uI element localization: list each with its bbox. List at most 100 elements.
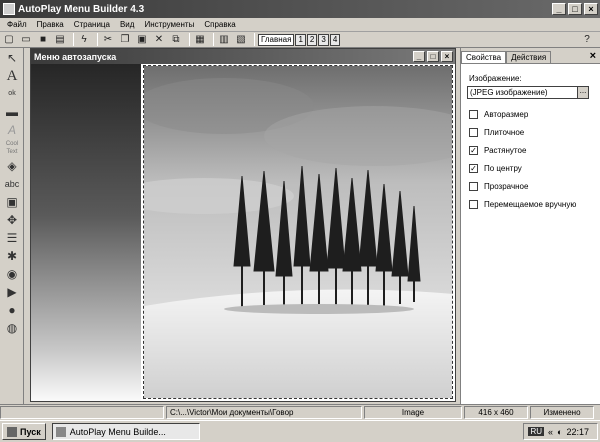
- page-list-icon[interactable]: ▧: [234, 33, 248, 46]
- minimize-button[interactable]: _: [552, 3, 566, 15]
- menu-file[interactable]: Файл: [2, 20, 32, 29]
- transparent-checkbox[interactable]: [469, 182, 478, 191]
- option-stretched[interactable]: ✓ Растянутое: [469, 146, 526, 155]
- duplicate-icon[interactable]: ⧉: [169, 33, 183, 46]
- object-palette: ↖ A ok ▬ A Cool Text ◈ abc ▣ ✥ ☰ ✱ ◉ ▶ ● …: [0, 48, 24, 404]
- page-tab-main[interactable]: Главная: [258, 33, 295, 46]
- maximize-button[interactable]: □: [568, 3, 582, 15]
- option-centered[interactable]: ✓ По центру: [469, 164, 522, 173]
- menu-tools[interactable]: Инструменты: [139, 20, 199, 29]
- browse-image-button[interactable]: ...: [577, 87, 588, 98]
- language-indicator[interactable]: RU: [528, 427, 545, 436]
- paste-icon[interactable]: ▣: [135, 33, 149, 46]
- option-label: Перемещаемое вручную: [484, 200, 577, 209]
- paragraph-tool-icon[interactable]: ok: [2, 86, 22, 102]
- video-tool-icon[interactable]: ▶: [2, 284, 22, 300]
- toolbar: ▢ ▭ ■ ▤ ϟ ✂ ❐ ▣ ✕ ⧉ ▦ ▥ ▧ Главная 1 2 3 …: [0, 32, 600, 48]
- image-field-value: (JPEG изображение): [470, 88, 548, 97]
- speaker-icon[interactable]: ◐: [557, 427, 562, 437]
- document-title: Меню автозапуска: [34, 51, 117, 62]
- tray-expand-icon[interactable]: «: [548, 427, 553, 437]
- comment-tool-icon[interactable]: ●: [2, 302, 22, 318]
- centered-checkbox[interactable]: ✓: [469, 164, 478, 173]
- status-bar: C:\...\Victor\Мои документы\Говор Image …: [0, 404, 600, 419]
- flash-tool-icon[interactable]: ✱: [2, 248, 22, 264]
- label-tool-icon[interactable]: abc: [2, 176, 22, 192]
- start-label: Пуск: [20, 426, 41, 437]
- list-tool-icon[interactable]: ☰: [2, 230, 22, 246]
- open-folder-icon[interactable]: ▭: [19, 33, 33, 46]
- menu-bar: Файл Правка Страница Вид Инструменты Спр…: [0, 18, 600, 32]
- properties-icon[interactable]: ▦: [193, 33, 207, 46]
- status-empty: [0, 405, 164, 419]
- status-modified: Изменено: [530, 405, 594, 419]
- tiled-checkbox[interactable]: [469, 128, 478, 137]
- add-page-icon[interactable]: ▥: [217, 33, 231, 46]
- shape-tool-icon[interactable]: ◈: [2, 158, 22, 174]
- selected-image-object[interactable]: [143, 65, 453, 399]
- cut-icon[interactable]: ✂: [101, 33, 115, 46]
- menu-view[interactable]: Вид: [115, 20, 139, 29]
- image-label: Изображение:: [469, 74, 522, 83]
- doc-close-button[interactable]: ×: [441, 51, 453, 62]
- status-object-type: Image: [364, 405, 462, 419]
- taskbar: Пуск AutoPlay Menu Builde... RU « ◐ 22:1…: [0, 420, 600, 442]
- status-object-size: 416 x 460: [464, 405, 528, 419]
- cool-text-tool-icon[interactable]: Cool Text: [2, 140, 22, 156]
- menu-page[interactable]: Страница: [69, 20, 115, 29]
- panel-close-icon[interactable]: ×: [590, 50, 600, 63]
- option-label: Прозрачное: [484, 182, 529, 191]
- toolbar-separator: [73, 33, 74, 46]
- doc-maximize-button[interactable]: □: [427, 51, 439, 62]
- page-tab-4[interactable]: 4: [329, 33, 341, 46]
- doc-minimize-button[interactable]: _: [413, 51, 425, 62]
- option-autosize[interactable]: Авторазмер: [469, 110, 528, 119]
- option-movable[interactable]: Перемещаемое вручную: [469, 200, 576, 209]
- delete-icon[interactable]: ✕: [152, 33, 166, 46]
- document-title-bar: Меню автозапуска _ □ ×: [31, 49, 455, 64]
- page-tab-1[interactable]: 1: [295, 33, 306, 46]
- winter-trees-photo: [144, 66, 452, 398]
- properties-panel: Свойства Действия × Изображение: (JPEG и…: [460, 48, 600, 404]
- new-file-icon[interactable]: ▢: [2, 33, 16, 46]
- stretched-checkbox[interactable]: ✓: [469, 146, 478, 155]
- menu-edit[interactable]: Правка: [32, 20, 69, 29]
- pointer-icon[interactable]: ↖: [2, 50, 22, 66]
- text-tool-icon[interactable]: A: [2, 68, 22, 84]
- taskbar-app-button[interactable]: AutoPlay Menu Builde...: [51, 423, 200, 440]
- clock: 22:17: [566, 426, 589, 437]
- image-field[interactable]: (JPEG изображение) ...: [467, 86, 589, 99]
- button-tool-icon[interactable]: ▬: [2, 104, 22, 120]
- print-preview-icon[interactable]: ▤: [53, 33, 67, 46]
- menu-help[interactable]: Справка: [199, 20, 240, 29]
- save-icon[interactable]: ■: [36, 33, 50, 46]
- window-title: AutoPlay Menu Builder 4.3: [18, 3, 145, 15]
- start-button[interactable]: Пуск: [2, 423, 46, 440]
- option-transparent[interactable]: Прозрачное: [469, 182, 528, 191]
- build-icon[interactable]: ϟ: [77, 33, 91, 46]
- option-label: Плиточное: [484, 128, 525, 137]
- globe-tool-icon[interactable]: ◍: [2, 320, 22, 336]
- movable-checkbox[interactable]: [469, 200, 478, 209]
- option-tiled[interactable]: Плиточное: [469, 128, 524, 137]
- copy-icon[interactable]: ❐: [118, 33, 132, 46]
- design-canvas[interactable]: [31, 64, 455, 401]
- page-tab-3[interactable]: 3: [318, 33, 329, 46]
- page-tab-2[interactable]: 2: [306, 33, 318, 46]
- image-tool-icon[interactable]: ▣: [2, 194, 22, 210]
- tab-properties[interactable]: Свойства: [461, 51, 507, 63]
- autosize-checkbox[interactable]: [469, 110, 478, 119]
- move-tool-icon[interactable]: ✥: [2, 212, 22, 228]
- web-tool-icon[interactable]: ◉: [2, 266, 22, 282]
- option-label: Растянутое: [484, 146, 527, 155]
- toolbar-separator: [189, 33, 190, 46]
- help-icon[interactable]: ?: [580, 33, 594, 46]
- close-button[interactable]: ×: [584, 3, 598, 15]
- task-label: AutoPlay Menu Builde...: [69, 426, 166, 437]
- app-task-icon: [55, 426, 66, 437]
- tab-actions[interactable]: Действия: [506, 51, 552, 63]
- title-bar: AutoPlay Menu Builder 4.3 _ □ ×: [0, 0, 600, 18]
- font-tool-icon[interactable]: A: [2, 122, 22, 138]
- gradient-background: [31, 64, 141, 401]
- toolbar-separator: [254, 33, 255, 46]
